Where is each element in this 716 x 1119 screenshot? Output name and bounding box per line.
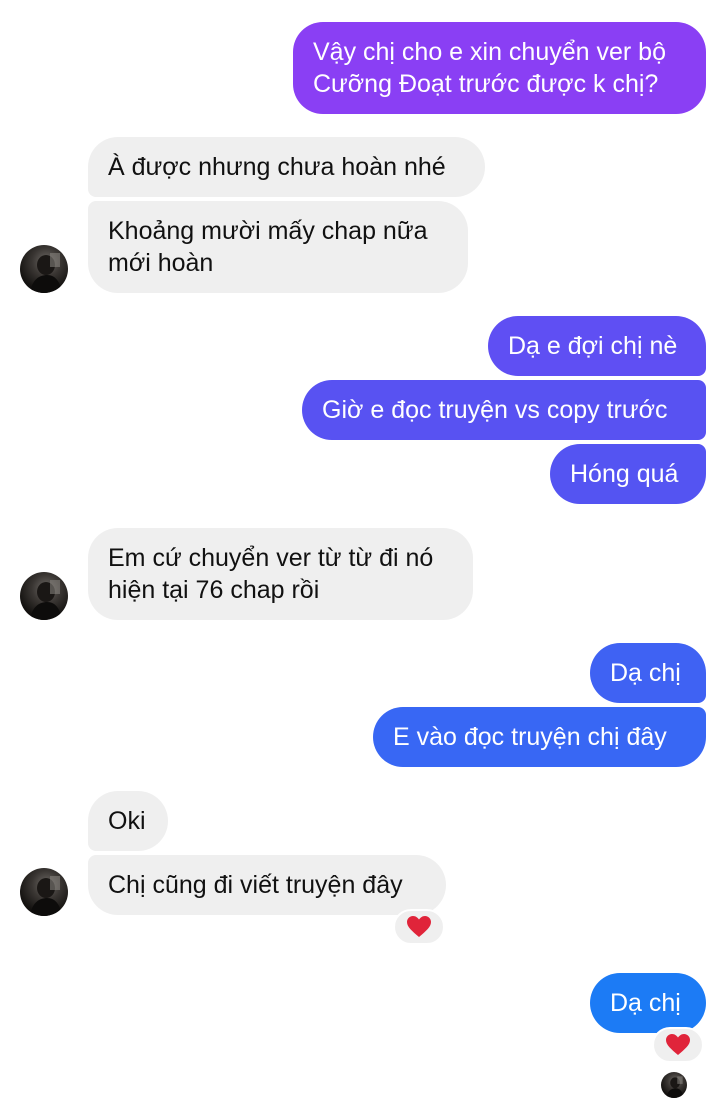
message-incoming[interactable]: Oki — [88, 791, 168, 851]
message-outgoing[interactable]: Giờ e đọc truyện vs copy trước — [302, 380, 706, 440]
heart-icon — [407, 916, 431, 937]
message-outgoing[interactable]: Dạ e đợi chị nè — [488, 316, 706, 376]
message-incoming[interactable]: Khoảng mười mấy chap nữa mới hoàn — [88, 201, 468, 293]
message-reaction[interactable] — [652, 1027, 704, 1063]
heart-icon — [666, 1034, 690, 1055]
contact-avatar[interactable] — [20, 572, 68, 620]
message-incoming[interactable]: Em cứ chuyển ver từ từ đi nó hiện tại 76… — [88, 528, 473, 620]
avatar-icon — [30, 253, 62, 293]
message-reaction[interactable] — [393, 909, 445, 945]
read-receipt-avatar — [661, 1072, 687, 1098]
chat-thread: Vậy chị cho e xin chuyển ver bộ Cưỡng Đo… — [0, 0, 716, 1119]
message-incoming[interactable]: Chị cũng đi viết truyện đây — [88, 855, 446, 915]
avatar-icon — [30, 876, 62, 916]
avatar-icon — [666, 1076, 684, 1098]
message-outgoing[interactable]: Hóng quá — [550, 444, 706, 504]
message-outgoing[interactable]: Dạ chị — [590, 973, 706, 1033]
message-outgoing[interactable]: Dạ chị — [590, 643, 706, 703]
message-incoming[interactable]: À được nhưng chưa hoàn nhé — [88, 137, 485, 197]
avatar-icon — [30, 580, 62, 620]
message-outgoing[interactable]: Vậy chị cho e xin chuyển ver bộ Cưỡng Đo… — [293, 22, 706, 114]
contact-avatar[interactable] — [20, 868, 68, 916]
message-outgoing[interactable]: E vào đọc truyện chị đây — [373, 707, 706, 767]
contact-avatar[interactable] — [20, 245, 68, 293]
